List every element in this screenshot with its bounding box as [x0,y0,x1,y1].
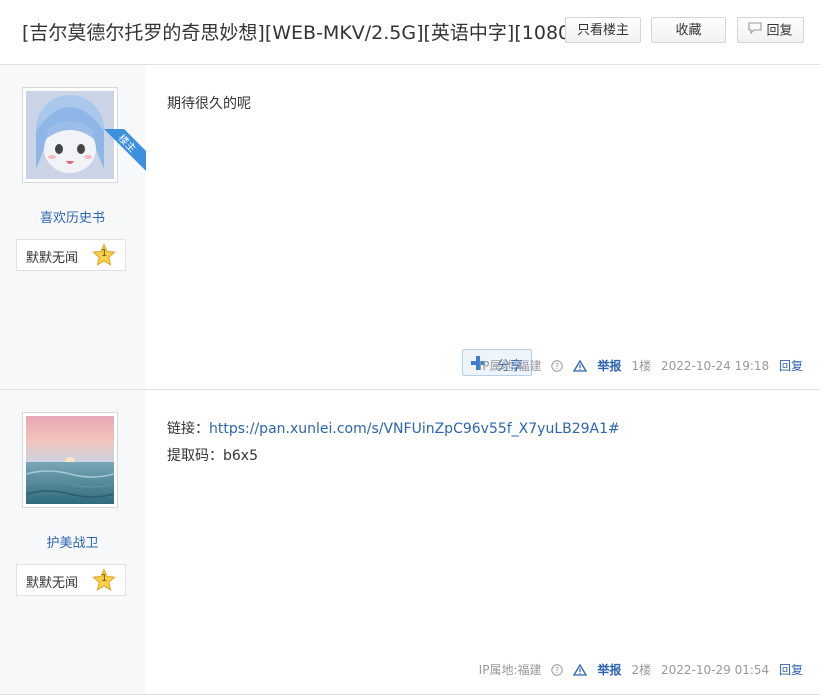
post-floor-2: 护美战卫 默默无闻 1 链接：https://pan.xunlei.com/s/… [0,390,820,694]
thread-header: [吉尔莫德尔托罗的奇思妙想][WEB-MKV/2.5G][英语中字][1080p… [0,0,820,65]
avatar-image [26,91,114,179]
report-button[interactable]: 举报 [573,359,625,373]
post-meta: IP属地:福建 ? 举报 2楼 2022-10-29 01:54 回复 [479,661,803,679]
comment-icon [748,18,763,44]
avatar-image [26,416,114,504]
reply-button-label: 回复 [766,23,793,39]
rank-name: 默默无闻 [26,251,79,266]
favorite-button[interactable]: 收藏 [651,17,726,43]
svg-text:?: ? [555,362,559,371]
warning-icon [573,360,588,372]
thread-title: [吉尔莫德尔托罗的奇思妙想][WEB-MKV/2.5G][英语中字][1080p… [22,22,590,44]
user-rank[interactable]: 默默无闻 1 [16,564,126,596]
avatar[interactable] [22,412,118,508]
post-reply-link[interactable]: 回复 [779,663,803,677]
svg-text:?: ? [555,666,559,675]
post-time: 2022-10-24 19:18 [661,359,770,373]
help-icon[interactable]: ? [551,664,564,679]
help-icon[interactable]: ? [551,360,564,375]
extract-code-line: 提取码：b6x5 [167,448,258,464]
username[interactable]: 护美战卫 [0,532,145,551]
post-divider [0,694,820,695]
post-floor-1: 楼主 喜欢历史书 默默无闻 1 期待很久的呢 分享 IP属地:福建 ? 举报 1… [0,65,820,389]
floor-number: 1楼 [631,359,652,373]
op-badge: 楼主 [104,129,146,171]
post-time: 2022-10-29 01:54 [661,663,770,677]
post-reply-link[interactable]: 回复 [779,359,803,373]
link-prefix: 链接： [167,421,209,437]
username[interactable]: 喜欢历史书 [0,207,145,226]
share-link[interactable]: https://pan.xunlei.com/s/VNFUinZpC96v55f… [209,421,620,437]
rank-level: 1 [101,573,108,584]
post-content: 期待很久的呢 [167,91,251,118]
only-op-button[interactable]: 只看楼主 [565,17,641,43]
post-text-line: 期待很久的呢 [167,96,251,112]
post-content: 链接：https://pan.xunlei.com/s/VNFUinZpC96v… [167,416,620,470]
report-button[interactable]: 举报 [573,663,625,677]
rank-level: 1 [101,248,108,259]
floor-number: 2楼 [631,663,652,677]
ip-location: IP属地:福建 [478,359,542,373]
post-meta: IP属地:福建 ? 举报 1楼 2022-10-24 19:18 回复 [479,357,803,375]
ip-location: IP属地:福建 [478,663,542,677]
user-rank[interactable]: 默默无闻 1 [16,239,126,271]
reply-button[interactable]: 回复 [737,17,804,43]
post-link-line: 链接：https://pan.xunlei.com/s/VNFUinZpC96v… [167,416,620,443]
rank-name: 默默无闻 [26,576,79,591]
warning-icon [573,664,588,676]
report-label: 举报 [597,663,622,677]
report-label: 举报 [597,359,622,373]
